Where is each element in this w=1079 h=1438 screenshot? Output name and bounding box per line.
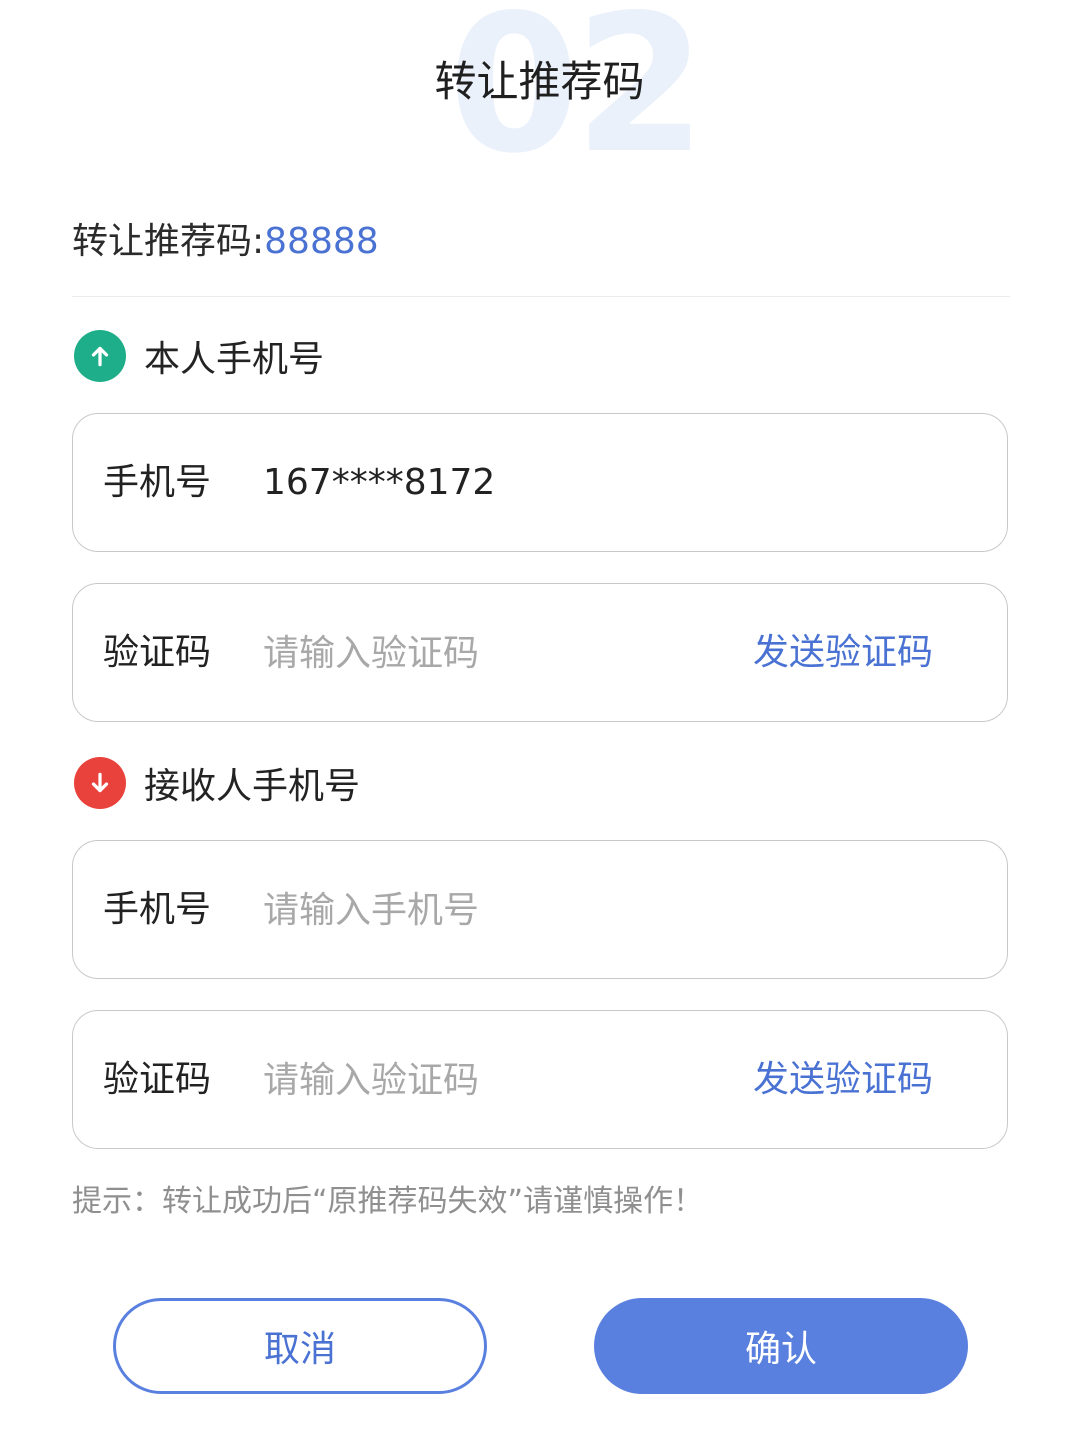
referral-code-value: 88888 (264, 221, 379, 262)
confirm-button[interactable]: 确认 (594, 1298, 968, 1394)
recipient-phone-field: 手机号 (72, 840, 1008, 979)
recipient-code-input[interactable] (263, 1053, 743, 1107)
recipient-send-code-button[interactable]: 发送验证码 (753, 1057, 933, 1103)
referral-code-label: 转让推荐码: (72, 221, 265, 262)
divider (72, 296, 1010, 297)
warning-hint: 提示：转让成功后“原推荐码失效”请谨慎操作！ (72, 1184, 704, 1219)
self-phone-field: 手机号 167****8172 (72, 413, 1008, 552)
arrow-up-icon (74, 330, 126, 382)
self-send-code-button[interactable]: 发送验证码 (753, 630, 933, 676)
self-phone-label: 手机号 (103, 462, 212, 503)
self-section-header: 本人手机号 (74, 330, 324, 382)
dialog-title: 转让推荐码 (434, 57, 645, 106)
recipient-phone-input[interactable] (263, 883, 743, 937)
recipient-code-label: 验证码 (103, 1059, 212, 1100)
self-section-title: 本人手机号 (144, 339, 325, 380)
cancel-button[interactable]: 取消 (113, 1298, 487, 1394)
self-code-label: 验证码 (103, 632, 212, 673)
recipient-section-header: 接收人手机号 (74, 757, 360, 809)
self-code-field: 验证码 发送验证码 (72, 583, 1008, 722)
recipient-code-field: 验证码 发送验证码 (72, 1010, 1008, 1149)
recipient-section-title: 接收人手机号 (144, 766, 361, 807)
self-phone-value: 167****8172 (263, 462, 496, 503)
referral-code-row: 转让推荐码:88888 (72, 216, 379, 268)
recipient-phone-label: 手机号 (103, 889, 212, 930)
self-code-input[interactable] (263, 626, 743, 680)
arrow-down-icon (74, 757, 126, 809)
